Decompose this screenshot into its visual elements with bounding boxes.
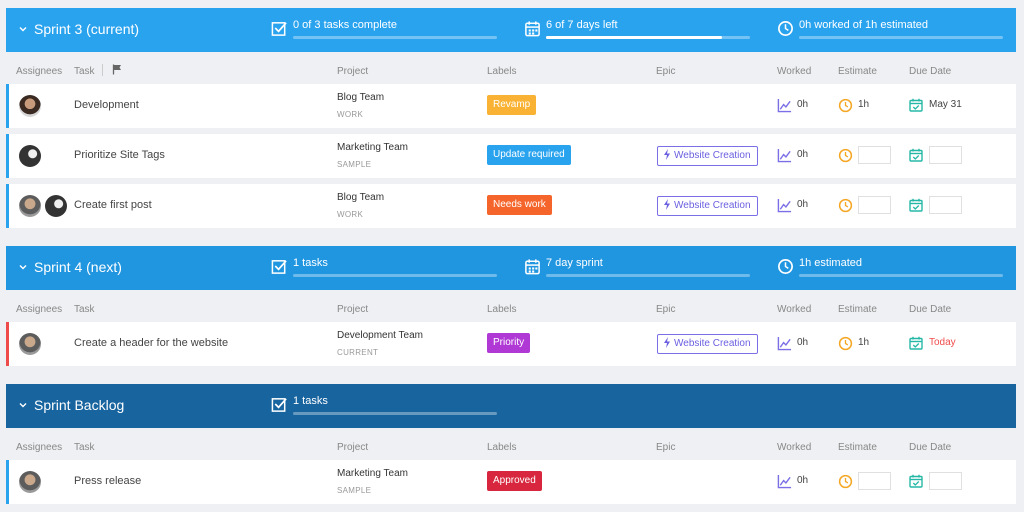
flag-icon[interactable] — [112, 64, 123, 75]
due-date[interactable]: Today — [929, 337, 956, 348]
due-date-input[interactable] — [929, 196, 962, 214]
checkbox-icon — [271, 22, 287, 36]
epic-badge[interactable]: Website Creation — [657, 196, 758, 216]
estimate-input[interactable] — [858, 146, 891, 164]
clock-icon — [778, 259, 793, 274]
column-header: Assignees Task Project Labels Epic Worke… — [16, 442, 952, 453]
calendar-check-icon — [909, 148, 923, 162]
clock-icon — [838, 336, 853, 351]
label-badge[interactable]: Update required — [487, 145, 571, 165]
epic-badge[interactable]: Website Creation — [657, 146, 758, 166]
days-stat: 7 day sprint — [524, 256, 754, 284]
label-badge[interactable]: Approved — [487, 471, 542, 491]
chevron-down-icon[interactable] — [18, 262, 28, 272]
task-name[interactable]: Create first post — [74, 199, 152, 211]
column-header: Assignees Task Project Labels Epic Worke… — [16, 304, 952, 315]
sprint-title: Sprint Backlog — [34, 397, 125, 413]
due-date-input[interactable] — [929, 146, 962, 164]
task-row[interactable]: Press release Marketing Team SAMPLE Appr… — [6, 460, 1016, 504]
estimate-input[interactable] — [858, 472, 891, 490]
label-badge[interactable]: Revamp — [487, 95, 537, 115]
task-row[interactable]: Development Blog Team WORK Revamp 0h 1h … — [6, 84, 1016, 128]
sprint-header[interactable]: Sprint 3 (current) 0 of 3 tasks complete… — [6, 8, 1016, 52]
tasks-stat: 1 tasks — [271, 256, 501, 284]
clock-icon — [838, 98, 853, 113]
clock-icon — [838, 148, 853, 163]
checkbox-icon — [271, 398, 287, 412]
trend-chart-icon — [777, 198, 792, 213]
project-sub: CURRENT — [337, 348, 379, 357]
worked-value[interactable]: 0h — [797, 475, 808, 486]
project-name[interactable]: Marketing Team — [337, 468, 408, 479]
task-name[interactable]: Create a header for the website — [74, 337, 228, 349]
column-header: Assignees Task Project Labels Epic Worke… — [16, 64, 952, 77]
checkbox-icon — [271, 260, 287, 274]
project-name[interactable]: Marketing Team — [337, 142, 408, 153]
task-name[interactable]: Development — [74, 99, 139, 111]
time-stat: 1h estimated — [777, 256, 1007, 284]
sprint-current: Sprint 3 (current) 0 of 3 tasks complete… — [6, 8, 1016, 234]
tasks-stat: 0 of 3 tasks complete — [271, 18, 501, 46]
estimate-value[interactable]: 1h — [858, 337, 869, 348]
avatar[interactable] — [19, 95, 41, 117]
project-sub: WORK — [337, 110, 364, 119]
task-row[interactable]: Prioritize Site Tags Marketing Team SAMP… — [6, 134, 1016, 178]
trend-chart-icon — [777, 474, 792, 489]
sprint-backlog: Sprint Backlog 1 tasks Assignees Task Pr… — [6, 384, 1016, 510]
sprint-title: Sprint 3 (current) — [34, 21, 140, 37]
project-name[interactable]: Blog Team — [337, 92, 384, 103]
days-stat: 6 of 7 days left — [524, 18, 754, 46]
calendar-icon — [525, 259, 540, 275]
sprint-header[interactable]: Sprint Backlog 1 tasks — [6, 384, 1016, 428]
bolt-icon — [664, 199, 670, 210]
chevron-down-icon[interactable] — [18, 400, 28, 410]
calendar-check-icon — [909, 98, 923, 112]
avatar[interactable] — [19, 145, 41, 167]
calendar-check-icon — [909, 198, 923, 212]
project-name[interactable]: Blog Team — [337, 192, 384, 203]
estimate-value[interactable]: 1h — [858, 99, 869, 110]
due-date-input[interactable] — [929, 472, 962, 490]
worked-value[interactable]: 0h — [797, 149, 808, 160]
project-sub: WORK — [337, 210, 364, 219]
avatar[interactable] — [19, 195, 41, 217]
calendar-icon — [525, 21, 540, 37]
calendar-check-icon — [909, 336, 923, 350]
epic-badge[interactable]: Website Creation — [657, 334, 758, 354]
tasks-stat: 1 tasks — [271, 394, 501, 422]
trend-chart-icon — [777, 148, 792, 163]
sprint-title: Sprint 4 (next) — [34, 259, 122, 275]
trend-chart-icon — [777, 336, 792, 351]
sprint-header[interactable]: Sprint 4 (next) 1 tasks 7 day sprint 1h … — [6, 246, 1016, 290]
clock-icon — [838, 474, 853, 489]
task-name[interactable]: Prioritize Site Tags — [74, 149, 165, 161]
label-badge[interactable]: Priority — [487, 333, 531, 353]
sprint-next: Sprint 4 (next) 1 tasks 7 day sprint 1h … — [6, 246, 1016, 372]
chevron-down-icon[interactable] — [18, 24, 28, 34]
project-sub: SAMPLE — [337, 160, 372, 169]
project-name[interactable]: Development Team — [337, 330, 423, 341]
days-progress — [546, 36, 722, 39]
worked-value[interactable]: 0h — [797, 99, 808, 110]
clock-icon — [778, 21, 793, 36]
bolt-icon — [664, 337, 670, 348]
calendar-check-icon — [909, 474, 923, 488]
time-stat: 0h worked of 1h estimated — [777, 18, 1007, 46]
bolt-icon — [664, 149, 670, 160]
worked-value[interactable]: 0h — [797, 337, 808, 348]
avatar[interactable] — [19, 471, 41, 493]
task-row[interactable]: Create first post Blog Team WORK Needs w… — [6, 184, 1016, 228]
label-badge[interactable]: Needs work — [487, 195, 552, 215]
worked-value[interactable]: 0h — [797, 199, 808, 210]
project-sub: SAMPLE — [337, 486, 372, 495]
clock-icon — [838, 198, 853, 213]
task-row[interactable]: Create a header for the website Developm… — [6, 322, 1016, 366]
estimate-input[interactable] — [858, 196, 891, 214]
due-date[interactable]: May 31 — [929, 99, 962, 110]
avatar[interactable] — [45, 195, 67, 217]
avatar[interactable] — [19, 333, 41, 355]
task-name[interactable]: Press release — [74, 475, 141, 487]
trend-chart-icon — [777, 98, 792, 113]
